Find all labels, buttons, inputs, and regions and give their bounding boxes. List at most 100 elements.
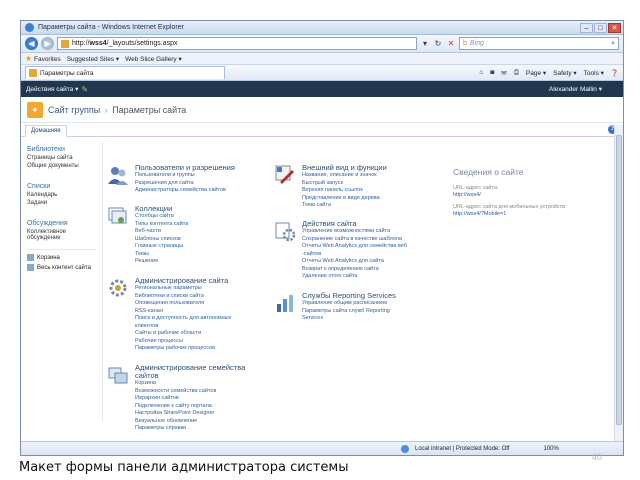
ql-discussions[interactable]: Обсуждения [27, 220, 102, 227]
link[interactable]: Шаблоны списков [135, 236, 267, 244]
feeds-icon[interactable]: ◙ [490, 69, 494, 77]
link[interactable]: Поиск и доступность для автономных [135, 315, 272, 323]
suggested-sites-button[interactable]: Suggested Sites ▾ [67, 55, 119, 63]
site-actions-menu[interactable]: Действия сайта ▾ [26, 85, 78, 93]
home-icon[interactable]: ⌂ [479, 69, 483, 77]
link[interactable]: Возможности семейства сайтов [135, 388, 272, 396]
forward-button[interactable]: ▶ [41, 37, 54, 50]
tab-bar: Параметры сайта ⌂ ◙ ✉ ⎙ Page ▾ Safety ▾ … [21, 65, 623, 81]
ql-lists[interactable]: Списки [27, 183, 102, 190]
browser-window: Параметры сайта - Windows Internet Explo… [20, 20, 624, 456]
back-button[interactable]: ◀ [25, 37, 38, 50]
ie-logo-icon [25, 23, 34, 32]
recycle-bin-link[interactable]: Корзина [27, 254, 102, 261]
link[interactable]: Отчеты Web Analytics для семейства веб [302, 243, 449, 251]
link[interactable]: Быстрый запуск [302, 180, 449, 188]
link[interactable]: Темы [135, 251, 267, 259]
link[interactable]: Верхняя панель ссылок [302, 187, 449, 195]
compatibility-icon[interactable]: ▾ [420, 39, 430, 48]
page-icon [29, 69, 37, 77]
link[interactable]: Тема сайта [302, 202, 449, 210]
edit-page-icon[interactable]: ✎ [81, 85, 88, 94]
minimize-button[interactable]: – [580, 22, 593, 33]
user-menu[interactable]: Alexander Mallin ▾ [549, 85, 602, 93]
link[interactable]: клиентов [135, 323, 272, 331]
link[interactable]: Services [302, 315, 449, 323]
divider [27, 249, 96, 250]
ql-item[interactable]: Календарь [27, 192, 102, 198]
mobile-url-link[interactable]: http://wss4/?Mobile=1 [453, 211, 613, 217]
link[interactable]: Управление возможностями сайта [302, 228, 449, 236]
link[interactable]: Визуальное обновление [135, 418, 272, 426]
help-icon[interactable]: ❓ [611, 69, 619, 77]
zoom-level[interactable]: 100% [544, 446, 559, 452]
link[interactable]: Корзина [135, 380, 272, 388]
link[interactable]: Представление в виде дерева [302, 195, 449, 203]
link[interactable]: Параметры справки [135, 425, 272, 433]
address-bar: ◀ ▶ http://wss4/_layouts/settings.aspx ▾… [21, 35, 623, 53]
web-slice-gallery-button[interactable]: Web Slice Gallery ▾ [125, 55, 182, 63]
browser-tab[interactable]: Параметры сайта [25, 66, 225, 79]
link[interactable]: Удаление этого сайта [302, 273, 449, 281]
link[interactable]: Оповещения пользователя [135, 300, 272, 308]
bing-icon: b [463, 40, 467, 47]
link[interactable]: Решения [135, 258, 267, 266]
page-icon [61, 39, 69, 48]
link[interactable]: Веб-части [135, 228, 267, 236]
link[interactable]: Параметры сайта служб Reporting [302, 308, 449, 316]
section-galleries: Коллекции Столбцы сайта Типы контента са… [107, 205, 267, 266]
site-header: ✦ Сайт группы › Параметры сайта [21, 97, 623, 123]
link[interactable]: Рабочие процессы [135, 338, 272, 346]
print-icon[interactable]: ⎙ [514, 69, 519, 77]
ql-item[interactable]: Общие документы [27, 163, 102, 169]
link[interactable]: Сохранение сайта в качестве шаблона [302, 236, 449, 244]
refresh-icon[interactable]: ↻ [433, 39, 443, 48]
link[interactable]: Главные страницы [135, 243, 267, 251]
link[interactable]: -сайтов [302, 251, 449, 259]
link[interactable]: RSS-канал [135, 308, 272, 316]
search-icon[interactable]: ⌕ [611, 38, 615, 49]
tab-home[interactable]: Домашняя [25, 125, 67, 137]
slide-caption: Макет формы панели администратора систем… [19, 460, 349, 475]
link[interactable]: Сайты и рабочие области [135, 330, 272, 338]
url-field[interactable]: http://wss4/_layouts/settings.aspx [57, 37, 417, 50]
ql-item[interactable]: Задачи [27, 200, 102, 206]
tools-menu[interactable]: Tools ▾ [584, 69, 604, 77]
section-title: Службы Reporting Services [302, 291, 396, 300]
section-reporting-services: Службы Reporting Services Управление общ… [274, 292, 449, 323]
search-field[interactable]: b Bing ⌕ [459, 37, 619, 50]
link[interactable]: Управление общим расписанием [302, 300, 449, 308]
status-bar: Local intranet | Protected Mode: Off 100… [21, 441, 623, 455]
ql-item[interactable]: обсуждение [27, 235, 102, 241]
link[interactable]: Подключение к сайту портала [135, 403, 272, 411]
link[interactable]: Столбцы сайта [135, 213, 267, 221]
vertical-scrollbar[interactable] [614, 125, 623, 441]
page-menu[interactable]: Page ▾ [526, 69, 546, 77]
link[interactable]: Настройка SharePoint Designer [135, 410, 272, 418]
safety-menu[interactable]: Safety ▾ [553, 69, 577, 77]
link[interactable]: Разрешения для сайта [135, 180, 267, 188]
mail-icon[interactable]: ✉ [501, 69, 506, 77]
link[interactable]: Название, описание и значок [302, 172, 449, 180]
link[interactable]: Параметры рабочих процессов [135, 345, 272, 353]
close-button[interactable]: ✕ [608, 22, 621, 33]
link[interactable]: Региональные параметры [135, 285, 272, 293]
stop-icon[interactable]: ✕ [446, 39, 456, 48]
link[interactable]: Типы контента сайта [135, 221, 267, 229]
scrollbar-thumb[interactable] [616, 135, 622, 425]
site-url-label: URL-адрес сайта: [453, 185, 499, 191]
link[interactable]: Библиотеки и списки сайта [135, 293, 272, 301]
title-bar: Параметры сайта - Windows Internet Explo… [21, 21, 623, 35]
site-title-link[interactable]: Сайт группы [48, 105, 100, 115]
favorites-button[interactable]: ★ Favorites [25, 54, 61, 63]
link[interactable]: Администраторы семейства сайтов [135, 187, 267, 195]
link[interactable]: Пользователи и группы [135, 172, 267, 180]
link[interactable]: Иерархия сайтов [135, 395, 272, 403]
link[interactable]: Возврат к определению сайта [302, 266, 449, 274]
maximize-button[interactable]: □ [594, 22, 607, 33]
ql-libraries[interactable]: Библиотеки [27, 146, 102, 153]
site-url-link[interactable]: http://wss4/ [453, 192, 613, 198]
link[interactable]: Отчеты Web Analytics для сайта [302, 258, 449, 266]
ql-item[interactable]: Страницы сайта [27, 155, 102, 161]
all-content-link[interactable]: Весь контент сайта [27, 264, 102, 271]
